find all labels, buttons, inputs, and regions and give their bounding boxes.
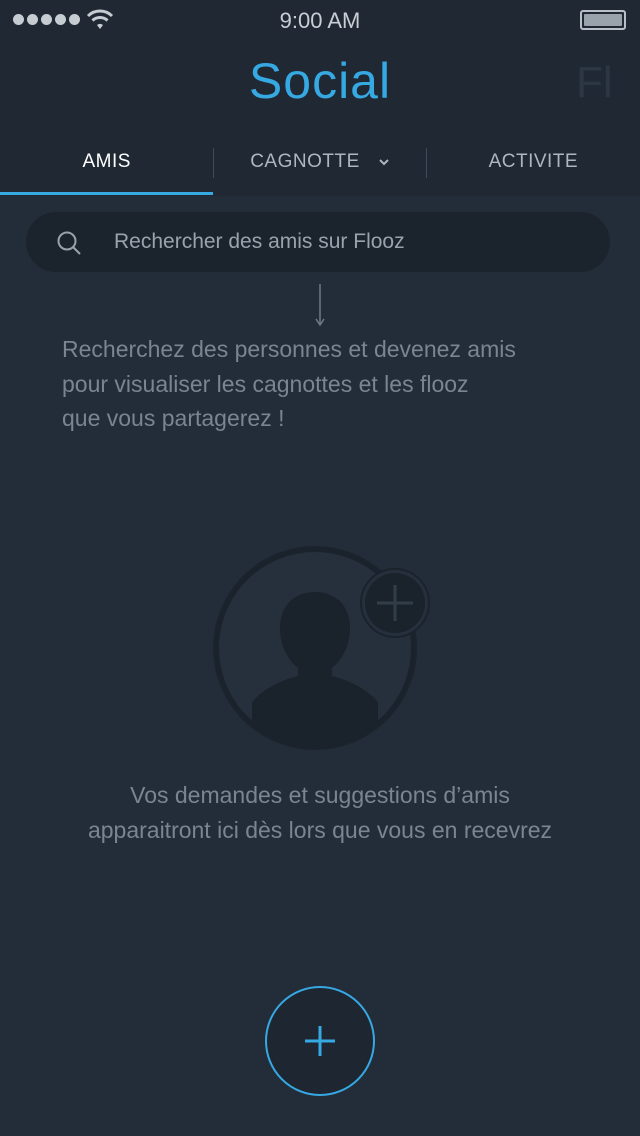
social-screen: 9:00 AM Social Fl AMIS CAGNOTTE ACTIVITE xyxy=(0,0,640,1136)
search-hint-line: que vous partagerez ! xyxy=(62,405,285,431)
tab-bar: AMIS CAGNOTTE ACTIVITE xyxy=(0,128,640,196)
tab-activite[interactable]: ACTIVITE xyxy=(427,128,640,196)
empty-state-message: Vos demandes et suggestions d’amis appar… xyxy=(0,778,640,848)
plus-icon xyxy=(305,1026,335,1056)
tab-cagnotte[interactable]: CAGNOTTE xyxy=(213,128,426,196)
add-friend-icon xyxy=(213,546,430,750)
search-hint-line: pour visualiser les cagnottes et les flo… xyxy=(62,370,469,397)
tab-amis[interactable]: AMIS xyxy=(0,128,213,196)
status-bar: 9:00 AM xyxy=(0,0,640,40)
empty-state-line: apparaitront ici dès lors que vous en re… xyxy=(87,817,553,843)
chevron-down-icon[interactable] xyxy=(378,156,390,168)
search-hint-line: Recherchez des personnes et devenez amis xyxy=(62,336,516,362)
tab-divider xyxy=(213,148,214,178)
status-time: 9:00 AM xyxy=(279,8,361,33)
tab-activite-label: ACTIVITE xyxy=(488,151,579,172)
search-icon xyxy=(57,231,81,255)
page-title: Social xyxy=(248,53,392,109)
empty-state-line: Vos demandes et suggestions d’amis xyxy=(130,782,510,808)
search-input[interactable] xyxy=(114,212,584,272)
arrow-down-icon xyxy=(315,284,325,327)
add-button[interactable] xyxy=(265,986,375,1096)
tab-amis-label: AMIS xyxy=(82,151,131,172)
tab-cagnotte-label: CAGNOTTE xyxy=(250,151,360,172)
header: 9:00 AM Social Fl AMIS CAGNOTTE ACTIVITE xyxy=(0,0,640,196)
active-tab-indicator xyxy=(0,192,213,195)
search-bar[interactable] xyxy=(26,212,610,272)
search-hint: Recherchez des personnes et devenez amis… xyxy=(62,332,602,436)
battery-icon xyxy=(580,10,626,30)
next-page-title-peek[interactable]: Fl xyxy=(576,58,612,108)
tab-divider xyxy=(426,148,427,178)
